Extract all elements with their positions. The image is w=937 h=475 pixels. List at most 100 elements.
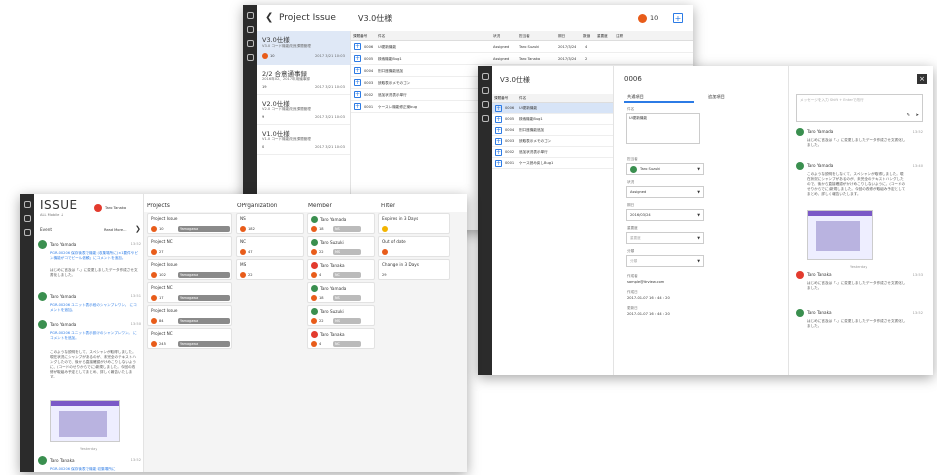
- organization-card[interactable]: NC 47: [236, 236, 304, 257]
- settings-icon[interactable]: [481, 115, 489, 122]
- issue-count-badge: [311, 226, 317, 232]
- chevron-down-icon: ▼: [697, 167, 700, 171]
- member-card[interactable]: Taro Suzuki 22 MS: [307, 236, 375, 257]
- add-icon[interactable]: +: [495, 127, 502, 134]
- project-card[interactable]: Project Issue 10 Yamagawa: [147, 213, 232, 234]
- add-icon[interactable]: +: [495, 160, 502, 167]
- member-name: Taro Suzuki: [320, 240, 344, 245]
- priority-select[interactable]: 重要度 ▼: [626, 232, 704, 244]
- project-card[interactable]: Project NC 245 Yamagawa: [147, 328, 232, 349]
- project-tag: Yamagawa: [178, 295, 230, 301]
- add-icon[interactable]: +: [354, 55, 361, 62]
- project-card[interactable]: Project NC 17 Yamagawa: [147, 282, 232, 303]
- side-rail: [478, 66, 492, 375]
- event-link[interactable]: PGR-00206 ユニット表示設けのシャンプレワン。 にコメントを追加。: [50, 331, 138, 341]
- assignee-select[interactable]: Taro Suzuki ▼: [626, 163, 704, 175]
- add-issue-button[interactable]: +: [673, 13, 683, 23]
- avatar[interactable]: [94, 204, 102, 212]
- tab-basic[interactable]: 共通項目: [627, 94, 644, 100]
- filter-card[interactable]: Out of date: [378, 236, 450, 257]
- add-icon[interactable]: +: [495, 105, 502, 112]
- col-header[interactable]: 担当者: [519, 34, 530, 39]
- project-card[interactable]: Project Issue 102 Yamagawa: [147, 259, 232, 280]
- col-header[interactable]: 課題番号: [353, 34, 367, 39]
- list-item[interactable]: +0005 検索機能Bug1: [492, 114, 613, 125]
- send-icon[interactable]: ➤: [915, 112, 919, 117]
- event-link[interactable]: PGR-00206 ユニット表示段のシャンプレワン。 にコメントを追加。: [50, 303, 138, 313]
- project-item[interactable]: V1.0仕様 V1.0 コード機能改良課題管理 0 2017 3/21 10:0…: [257, 125, 350, 155]
- list-item[interactable]: +0006 UI更新機能: [492, 103, 613, 114]
- table-row[interactable]: +0005 検索機能Bug1 Assigned Taro Tanaka 2017/3/2…: [351, 53, 693, 65]
- organization-card[interactable]: NS 182: [236, 213, 304, 234]
- message-text: はじめに言及は「-」に変更しましたデータ作成させ文書化しました。: [807, 281, 906, 290]
- event-link[interactable]: PGR-00206 保存後表で機能 (収集場所に)×1要件やピン機能がコでピール…: [50, 251, 138, 261]
- menu-icon[interactable]: [23, 201, 31, 208]
- project-card[interactable]: Project Issue 84 Yamagawa: [147, 305, 232, 326]
- col-header[interactable]: 課題番号: [494, 96, 508, 101]
- list-item[interactable]: +0001 ケース読み戻しBug1: [492, 158, 613, 169]
- message-user: Taro Tanaka: [807, 310, 832, 315]
- status-select[interactable]: Assigned ▼: [626, 186, 704, 198]
- col-header[interactable]: 重要度: [597, 34, 608, 39]
- document-icon[interactable]: [481, 101, 489, 108]
- col-header[interactable]: 期日: [558, 34, 565, 39]
- attached-screenshot[interactable]: [50, 400, 120, 442]
- list-item[interactable]: +0003 読取表示メモのゴン: [492, 136, 613, 147]
- project-item-active[interactable]: V3.0仕様 V3.0 コード機能改良課題管理 10 2017 3/21 10:…: [257, 31, 350, 65]
- settings-icon[interactable]: [246, 54, 254, 61]
- add-icon[interactable]: +: [495, 116, 502, 123]
- add-icon[interactable]: +: [495, 138, 502, 145]
- message-input[interactable]: メッセージを入力 Shift + Enterで改行 ✎ ➤: [796, 94, 923, 122]
- attached-screenshot[interactable]: [807, 210, 873, 260]
- menu-icon[interactable]: [481, 73, 489, 80]
- event-link[interactable]: PGR-00206 保存後表で機能 収集場所に: [50, 467, 138, 472]
- avatar: [311, 239, 318, 246]
- project-item[interactable]: V2.0仕様 V2.0 コード機能改良課題管理 9 2017 3/21 10:0…: [257, 95, 350, 125]
- project-count: 19: [262, 85, 267, 89]
- col-header[interactable]: 件名: [519, 96, 526, 101]
- add-icon[interactable]: +: [354, 43, 361, 50]
- category-label: 分類: [627, 249, 635, 253]
- meta-label: 更新日: [627, 306, 638, 310]
- organization-card[interactable]: MS 22: [236, 259, 304, 280]
- issue-date: 2017/3/24: [558, 57, 577, 61]
- col-header[interactable]: 数値: [583, 34, 590, 39]
- add-icon[interactable]: +: [354, 79, 361, 86]
- history-icon[interactable]: [246, 26, 254, 33]
- back-chevron-icon[interactable]: ❮: [265, 12, 273, 24]
- menu-icon[interactable]: [246, 12, 254, 19]
- subject-field[interactable]: UI更新機能: [626, 113, 700, 144]
- document-icon[interactable]: [23, 229, 31, 236]
- add-icon[interactable]: +: [354, 103, 361, 110]
- filter-card[interactable]: Change in 3 Days 29: [378, 259, 450, 280]
- add-icon[interactable]: +: [495, 149, 502, 156]
- col-header[interactable]: 件名: [378, 34, 385, 39]
- detail-divider: [788, 66, 789, 375]
- history-icon[interactable]: [23, 215, 31, 222]
- project-item[interactable]: 2/2 合意通事録 2016年02、2017年用議事録 19 2017 3/21…: [257, 65, 350, 95]
- add-icon[interactable]: +: [354, 67, 361, 74]
- due-select[interactable]: 2016/03/24 ▼: [626, 209, 704, 221]
- read-more-link[interactable]: Read More...: [104, 228, 127, 232]
- document-icon[interactable]: [246, 40, 254, 47]
- table-row[interactable]: +0006 UI更新機能 Assigned Taro Suzuki 2017/3/24 4: [351, 41, 693, 53]
- col-header[interactable]: 注釈: [616, 34, 623, 39]
- avatar: [311, 216, 318, 223]
- list-item[interactable]: +0002 追加状況表示単行: [492, 147, 613, 158]
- col-header[interactable]: 状況: [493, 34, 500, 39]
- chevron-right-icon[interactable]: ❯: [135, 225, 141, 233]
- list-item[interactable]: +0004 別口座機能追加: [492, 125, 613, 136]
- attach-icon[interactable]: ✎: [906, 112, 910, 117]
- member-card[interactable]: Taro Tanaka 4 NC: [307, 328, 375, 349]
- member-card[interactable]: Taro Suzuki 22 MS: [307, 305, 375, 326]
- tab-extra[interactable]: 追加項目: [708, 94, 725, 100]
- member-card[interactable]: Taro Yamada 18 NS: [307, 282, 375, 303]
- category-select[interactable]: 分類 ▼: [626, 255, 704, 267]
- add-icon[interactable]: +: [354, 91, 361, 98]
- history-icon[interactable]: [481, 87, 489, 94]
- close-button[interactable]: ×: [917, 74, 927, 84]
- filter-card[interactable]: Expires in 3 Days: [378, 213, 450, 234]
- member-card[interactable]: Taro Tanaka 4 NC: [307, 259, 375, 280]
- project-card[interactable]: Project NC 27: [147, 236, 232, 257]
- member-card[interactable]: Taro Yamada 18 NS: [307, 213, 375, 234]
